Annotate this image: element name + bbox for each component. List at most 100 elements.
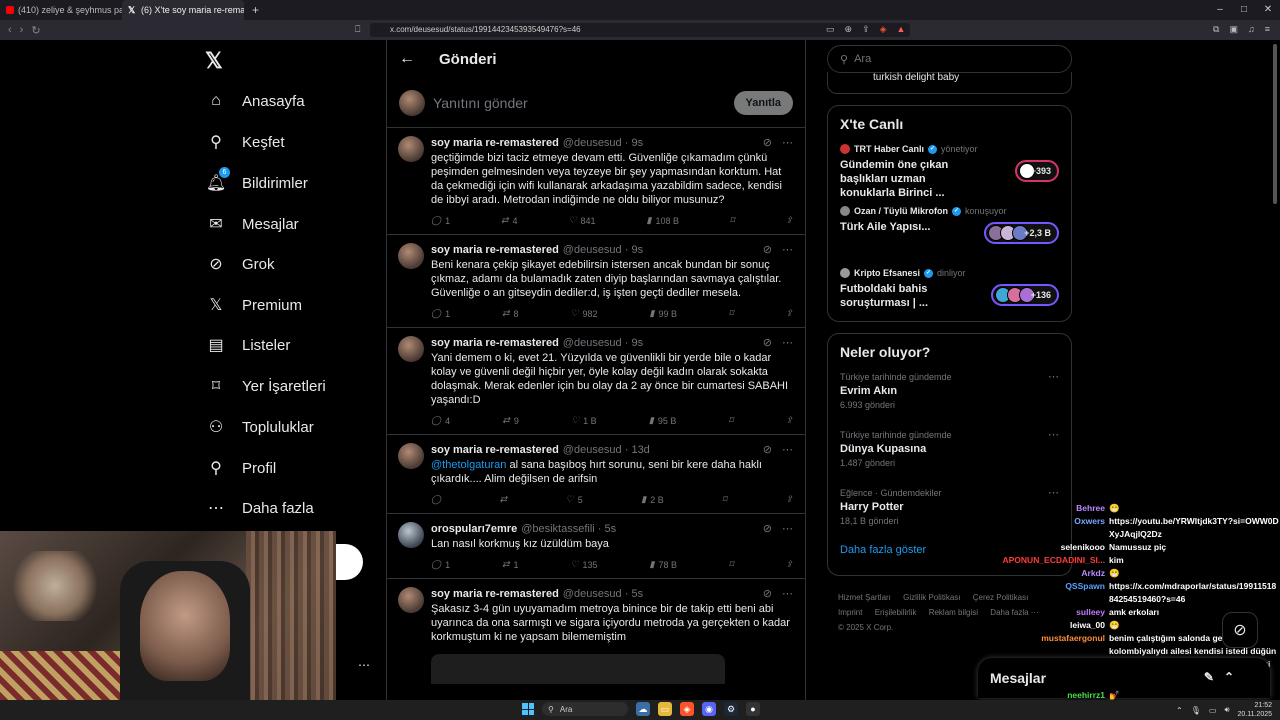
author-name[interactable]: soy maria re-remastered (431, 337, 559, 349)
live-listeners-pill[interactable]: +2,3 B (984, 222, 1059, 244)
trend-item[interactable]: Türkiye tarihinde gündemde Evrim Akın 6.… (828, 366, 1071, 424)
taskbar-search[interactable]: ⚲ Ara (542, 702, 628, 716)
brave-rewards-icon[interactable]: ▲ (897, 24, 906, 35)
tweet-media[interactable] (431, 654, 725, 684)
tweet[interactable]: soy maria re-remastered @deusesud · 9s ⊘… (387, 128, 805, 235)
like-action[interactable]: ♡ 841 (568, 215, 595, 226)
minimize-button[interactable]: – (1208, 0, 1232, 20)
author-name[interactable]: soy maria re-remastered (431, 244, 559, 256)
media-icon[interactable]: ♫ (1248, 24, 1255, 35)
nav-item-messages[interactable]: ✉ Mesajlar (206, 209, 298, 239)
nav-item-home[interactable]: ⌂ Anasayfa (206, 86, 304, 116)
like-action[interactable]: ♡ 135 (570, 559, 597, 570)
nav-item-more[interactable]: ⋯ Daha fazla (206, 493, 314, 523)
back-arrow-icon[interactable]: ← (399, 50, 415, 68)
wallet-icon[interactable]: ▣ (1229, 24, 1238, 35)
share-action[interactable]: ⇪ (785, 494, 793, 505)
expand-up-icon[interactable]: ⌃ (1224, 670, 1234, 684)
more-icon[interactable]: ⋯ (782, 587, 793, 600)
bookmark-action[interactable]: ⌑ (729, 415, 734, 426)
live-listeners-pill[interactable]: +136 (990, 284, 1059, 306)
bookmark-action[interactable]: ⌑ (730, 215, 735, 226)
live-item[interactable]: Ozan / Tüylü Mikrofon ✓ konuşuyor Türk Ail… (828, 200, 1071, 262)
bookmark-action[interactable]: ⌑ (729, 559, 734, 570)
like-action[interactable]: ♡ 1 B (571, 415, 597, 426)
footer-link[interactable]: Gizlilik Politikası (903, 593, 960, 602)
views-action[interactable]: ▮ 2 B (641, 494, 663, 505)
footer-link[interactable]: Imprint (838, 608, 862, 617)
compose-button-partial[interactable] (336, 544, 363, 580)
more-icon[interactable]: ⋯ (782, 243, 793, 256)
nav-item-explore[interactable]: ⚲ Keşfet (206, 127, 284, 157)
tweet[interactable]: soy maria re-remastered @deusesud · 9s ⊘… (387, 328, 805, 435)
footer-link[interactable]: Hizmet Şartları (838, 593, 891, 602)
more-icon[interactable]: ⋯ (782, 336, 793, 349)
trend-item[interactable]: Türkiye tarihinde gündemde Dünya Kupasın… (828, 424, 1071, 482)
reply-action[interactable]: ◯ 1 (431, 559, 450, 570)
close-window-button[interactable]: ✕ (1256, 0, 1280, 20)
repost-action[interactable]: ⇄ 1 (502, 559, 519, 570)
share-icon[interactable]: ⇪ (862, 24, 870, 35)
author-handle[interactable]: @deusesud · 13d (563, 444, 650, 456)
bookmark-action[interactable]: ⌑ (722, 494, 727, 505)
browser-tab-x[interactable]: 𝕏 (6) X'te soy maria re-remastered... ✕ (122, 0, 244, 20)
mention-link[interactable]: @thetolgaturan (431, 459, 506, 471)
footer-link[interactable]: Reklam bilgisi (929, 608, 978, 617)
extensions-icon[interactable]: ⧉ (1213, 24, 1219, 35)
avatar[interactable] (398, 587, 424, 613)
author-handle[interactable]: @deusesud · 5s (563, 588, 643, 600)
share-action[interactable]: ⇪ (785, 308, 793, 319)
mic-icon[interactable]: 🎙︎ (1191, 706, 1201, 715)
avatar[interactable] (398, 522, 424, 548)
zoom-icon[interactable]: ⊕ (845, 24, 853, 35)
author-handle[interactable]: @deusesud · 9s (563, 244, 643, 256)
more-icon[interactable]: ⋯ (782, 136, 793, 149)
more-icon[interactable]: ⋯ (1048, 370, 1059, 383)
share-action[interactable]: ⇪ (785, 415, 793, 426)
repost-action[interactable]: ⇄ 8 (502, 308, 519, 319)
volume-icon[interactable]: 🔊︎ (1224, 705, 1229, 715)
windows-start-icon[interactable] (522, 703, 534, 715)
views-action[interactable]: ▮ 99 B (649, 308, 676, 319)
author-handle[interactable]: @besiktassefili · 5s (521, 523, 616, 535)
like-action[interactable]: ♡ 5 (566, 494, 583, 505)
file-explorer-icon[interactable]: ▭ (658, 702, 672, 716)
share-action[interactable]: ⇪ (785, 559, 793, 570)
brave-shield-icon[interactable]: ◈ (880, 24, 887, 35)
new-tab-button[interactable]: + (244, 3, 267, 17)
nav-item-notifications[interactable]: 🔔︎ 6 Bildirimler (206, 167, 308, 198)
author-name[interactable]: soy maria re-remastered (431, 137, 559, 149)
tweet[interactable]: soy maria re-remastered @deusesud · 13d … (387, 435, 805, 514)
reply-action[interactable]: ◯ 1 (431, 308, 450, 319)
x-logo-icon[interactable]: 𝕏 (205, 48, 223, 74)
reply-action[interactable]: ◯ 1 (431, 215, 450, 226)
live-item[interactable]: Kripto Efsanesi ✓ dinliyor Futboldaki bahi… (828, 262, 1071, 324)
more-icon[interactable]: ⋯ (782, 443, 793, 456)
menu-icon[interactable]: ≡ (1265, 24, 1270, 35)
tray-chevron-icon[interactable]: ⌃ (1176, 706, 1183, 715)
live-listeners-pill[interactable]: +393 (1014, 160, 1059, 182)
author-name[interactable]: soy maria re-remastered (431, 588, 559, 600)
maximize-button[interactable]: □ (1232, 0, 1256, 20)
avatar[interactable] (398, 443, 424, 469)
more-icon[interactable]: ⋯ (1048, 428, 1059, 441)
views-action[interactable]: ▮ 108 B (646, 215, 678, 226)
install-icon[interactable]: ▭ (826, 24, 835, 35)
nav-item-communities[interactable]: ⚇ Topluluklar (206, 412, 314, 442)
nav-item-profile[interactable]: ⚲ Profil (206, 453, 276, 483)
nav-item-premium[interactable]: 𝕏 Premium (206, 290, 302, 320)
brave-browser-icon[interactable]: ◈ (680, 702, 694, 716)
back-arrow-icon[interactable]: ‹ (8, 24, 12, 37)
avatar[interactable] (398, 336, 424, 362)
grok-icon[interactable]: ⊘ (763, 443, 772, 456)
avatar[interactable] (398, 136, 424, 162)
grok-icon[interactable]: ⊘ (763, 522, 772, 535)
grok-floating-button[interactable]: ⊘ (1222, 612, 1258, 648)
author-name[interactable]: orospuları7emre (431, 523, 517, 535)
author-handle[interactable]: @deusesud · 9s (563, 137, 643, 149)
forward-arrow-icon[interactable]: › (20, 24, 24, 37)
avatar[interactable] (398, 243, 424, 269)
repost-action[interactable]: ⇄ 9 (502, 415, 519, 426)
nav-item-bookmarks[interactable]: ⌑ Yer İşaretleri (206, 371, 326, 401)
reply-action[interactable]: ◯ (431, 494, 441, 505)
